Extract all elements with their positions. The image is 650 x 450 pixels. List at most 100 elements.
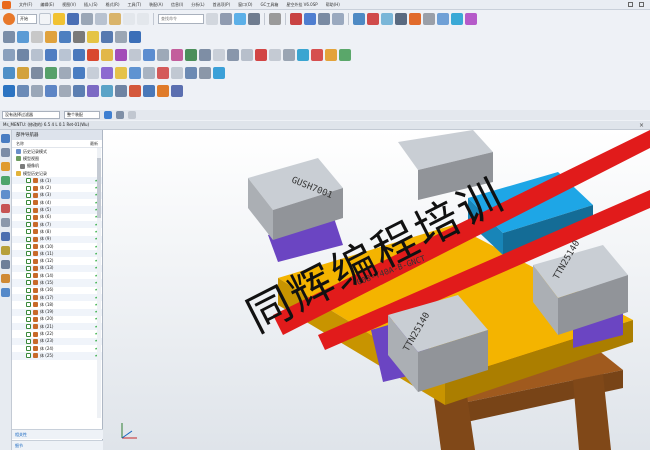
body-row[interactable]: 体 (13)✔ <box>12 264 102 273</box>
copy-icon[interactable] <box>95 13 107 25</box>
select-feature-icon[interactable] <box>116 111 124 119</box>
selection-filter-select[interactable]: 没有选择过滤器 <box>2 111 60 119</box>
pattern-icon[interactable] <box>227 49 239 61</box>
ellipse-icon[interactable] <box>325 49 337 61</box>
replace-face-icon[interactable] <box>143 67 155 79</box>
color-icon[interactable] <box>409 13 421 25</box>
paste-icon[interactable] <box>109 13 121 25</box>
wizard-icon[interactable] <box>157 85 169 97</box>
grid-icon[interactable] <box>3 31 15 43</box>
draft-icon[interactable] <box>255 49 267 61</box>
cube-icon[interactable] <box>17 31 29 43</box>
snap-icon[interactable] <box>437 13 449 25</box>
visibility-checkbox[interactable] <box>26 309 31 315</box>
body-row[interactable]: 体 (3)✔ <box>12 191 102 200</box>
shop-doc-icon[interactable] <box>87 85 99 97</box>
start-icon[interactable] <box>3 13 15 25</box>
extrude-icon[interactable] <box>3 49 15 61</box>
constraint-navigator-icon[interactable] <box>1 162 10 171</box>
body-row[interactable]: 体 (19)✔ <box>12 308 102 316</box>
extend-icon[interactable] <box>87 67 99 79</box>
system-scenes-icon[interactable] <box>1 288 10 297</box>
save-icon[interactable] <box>67 13 79 25</box>
visibility-checkbox[interactable] <box>26 287 31 293</box>
rectangle-icon[interactable] <box>269 49 281 61</box>
visibility-checkbox[interactable] <box>26 265 31 271</box>
output-icon[interactable] <box>129 85 141 97</box>
body-row[interactable]: 体 (22)✔ <box>12 330 102 337</box>
column-latest[interactable]: 最新 <box>90 141 98 147</box>
visibility-checkbox[interactable] <box>26 222 31 228</box>
visibility-checkbox[interactable] <box>26 178 31 184</box>
operation-icon[interactable] <box>31 85 43 97</box>
move-face-icon[interactable] <box>129 67 141 79</box>
stack-icon[interactable] <box>31 31 43 43</box>
part-icon[interactable] <box>45 31 57 43</box>
resize-icon[interactable] <box>171 67 183 79</box>
toolpath-icon[interactable] <box>45 85 57 97</box>
close-view-icon[interactable]: × <box>639 122 644 129</box>
roles-icon[interactable] <box>1 274 10 283</box>
menu-tools[interactable]: 工具(T) <box>124 2 146 8</box>
visibility-checkbox[interactable] <box>26 338 31 344</box>
body-row[interactable]: 体 (10)✔ <box>12 243 102 250</box>
pocket-icon[interactable] <box>59 49 71 61</box>
render-icon[interactable] <box>395 13 407 25</box>
body-row[interactable]: 体 (14)✔ <box>12 272 102 279</box>
reuse-library-icon[interactable] <box>1 176 10 185</box>
trim-icon[interactable] <box>143 49 155 61</box>
new-file-icon[interactable] <box>39 13 51 25</box>
body-row[interactable]: 体 (21)✔ <box>12 323 102 331</box>
visibility-checkbox[interactable] <box>26 244 31 249</box>
sew-icon[interactable] <box>59 67 71 79</box>
body-row[interactable]: 体 (18)✔ <box>12 301 102 308</box>
visibility-checkbox[interactable] <box>26 346 31 352</box>
postprocess-icon[interactable] <box>73 85 85 97</box>
visibility-checkbox[interactable] <box>26 258 31 264</box>
measure-icon[interactable] <box>367 13 379 25</box>
start-menu[interactable]: 开始 <box>17 14 37 24</box>
tree-node[interactable]: 模型视图 <box>12 155 102 162</box>
menu-insert[interactable]: 插入(S) <box>80 2 102 8</box>
curve-icon[interactable] <box>339 49 351 61</box>
command-finder-input[interactable]: 查找命令 <box>158 14 204 24</box>
body-row[interactable]: 体 (20)✔ <box>12 316 102 323</box>
shade-box-icon[interactable] <box>269 13 281 25</box>
tree-node[interactable]: 模型历史记录 <box>12 170 102 177</box>
menu-plugin[interactable]: 星空外挂 V6.0SP <box>282 2 321 8</box>
cut-icon[interactable] <box>81 13 93 25</box>
paint-icon[interactable] <box>115 67 127 79</box>
menu-gc-toolkit[interactable]: GC工具箱 <box>256 2 282 8</box>
point-icon[interactable] <box>290 13 302 25</box>
body-row[interactable]: 体 (6)✔ <box>12 214 102 221</box>
face-icon[interactable] <box>101 67 113 79</box>
sphere-icon[interactable] <box>234 13 246 25</box>
plane-icon[interactable] <box>332 13 344 25</box>
body-row[interactable]: 体 (8)✔ <box>12 228 102 235</box>
visibility-checkbox[interactable] <box>26 302 31 308</box>
magic-icon[interactable] <box>465 13 477 25</box>
app-logo-icon[interactable] <box>2 0 11 9</box>
analyze-icon[interactable] <box>199 67 211 79</box>
sketch-icon[interactable] <box>353 13 365 25</box>
thicken-icon[interactable] <box>73 67 85 79</box>
view-triad-icon[interactable] <box>118 420 140 442</box>
split-icon[interactable] <box>157 49 169 61</box>
visibility-checkbox[interactable] <box>26 207 31 213</box>
layout-icon[interactable] <box>220 13 232 25</box>
tree-node[interactable]: 历史记录模式 <box>12 148 102 155</box>
spline-icon[interactable] <box>297 49 309 61</box>
menu-window[interactable]: 窗口(O) <box>234 2 256 8</box>
process-studio-icon[interactable] <box>1 246 10 255</box>
system-materials-icon[interactable] <box>1 232 10 241</box>
body-row[interactable]: 体 (1)✔ <box>12 177 102 185</box>
body-row[interactable]: 体 (25)✔ <box>12 352 102 360</box>
info-icon[interactable] <box>213 67 225 79</box>
layer-icon[interactable] <box>248 13 260 25</box>
intersect-icon[interactable] <box>199 49 211 61</box>
hd3d-tools-icon[interactable] <box>1 190 10 199</box>
select-body-icon[interactable] <box>128 111 136 119</box>
sweep-icon[interactable] <box>17 67 29 79</box>
window-icon[interactable] <box>206 13 218 25</box>
program-icon[interactable] <box>17 85 29 97</box>
